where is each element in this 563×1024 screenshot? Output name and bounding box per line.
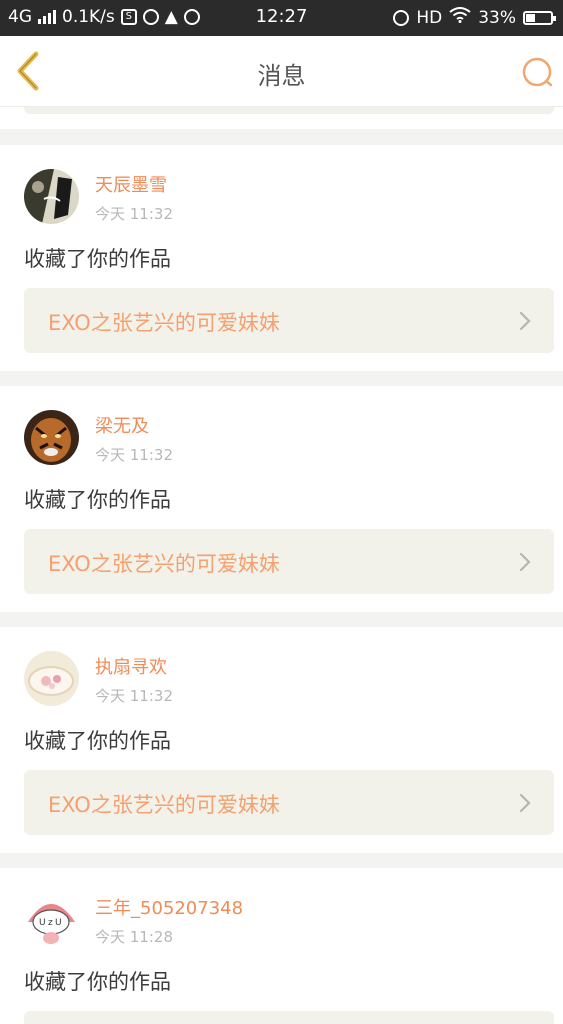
status-bar: 4G 0.1K/s S ▲ 12:27 HD 33%: [0, 0, 563, 36]
avatar[interactable]: [24, 651, 79, 706]
message-card: 执扇寻欢 今天 11:32 收藏了你的作品 EXO之张艺兴的可爱妹妹: [0, 627, 563, 853]
chevron-right-icon: [519, 552, 531, 572]
sender-name[interactable]: 三年_505207348: [95, 894, 243, 920]
hd-indicator: HD: [416, 7, 443, 28]
message-card: UzU 三年_505207348 今天 11:28 收藏了你的作品: [0, 868, 563, 1024]
message-text: 收藏了你的作品: [24, 729, 171, 753]
message-time: 今天 11:32: [95, 687, 173, 705]
sender-name[interactable]: 梁无及: [95, 412, 149, 438]
work-card[interactable]: EXO之张艺兴的可爱妹妹: [24, 529, 554, 594]
sender-name[interactable]: 天辰墨雪: [95, 171, 167, 197]
chevron-right-icon: [519, 793, 531, 813]
chevron-right-icon: [519, 311, 531, 331]
previous-work-card[interactable]: [24, 107, 554, 114]
message-text: 收藏了你的作品: [24, 488, 171, 512]
work-card[interactable]: EXO之张艺兴的可爱妹妹: [24, 288, 554, 353]
message-card: 天辰墨雪 今天 11:32 收藏了你的作品 EXO之张艺兴的可爱妹妹: [0, 145, 563, 371]
message-time: 今天 11:28: [95, 928, 173, 946]
message-text: 收藏了你的作品: [24, 247, 171, 271]
work-title: EXO之张艺兴的可爱妹妹: [48, 311, 280, 335]
svg-text:z: z: [48, 918, 53, 928]
avatar[interactable]: [24, 169, 79, 224]
svg-text:U: U: [39, 918, 46, 928]
work-title: EXO之张艺兴的可爱妹妹: [48, 552, 280, 576]
previous-message-card: [0, 107, 563, 129]
work-title: EXO之张艺兴的可爱妹妹: [48, 793, 280, 817]
svg-text:U: U: [55, 918, 62, 928]
battery-icon: [523, 10, 556, 25]
message-time: 今天 11:32: [95, 446, 173, 464]
work-card[interactable]: EXO之张艺兴的可爱妹妹: [24, 770, 554, 835]
message-card: 梁无及 今天 11:32 收藏了你的作品 EXO之张艺兴的可爱妹妹: [0, 386, 563, 612]
search-icon: [522, 57, 553, 87]
wifi-icon: [449, 7, 471, 28]
message-time: 今天 11:32: [95, 205, 173, 223]
message-text: 收藏了你的作品: [24, 970, 171, 994]
battery-percent: 33%: [478, 7, 516, 28]
work-card[interactable]: [24, 1011, 554, 1024]
avatar[interactable]: [24, 410, 79, 465]
avatar[interactable]: UzU: [24, 892, 79, 947]
search-button[interactable]: [517, 52, 557, 92]
top-nav-bar: 消息: [0, 36, 563, 107]
sender-name[interactable]: 执扇寻欢: [95, 653, 167, 679]
page-title: 消息: [257, 62, 306, 90]
alarm-clock-icon: [393, 9, 410, 26]
